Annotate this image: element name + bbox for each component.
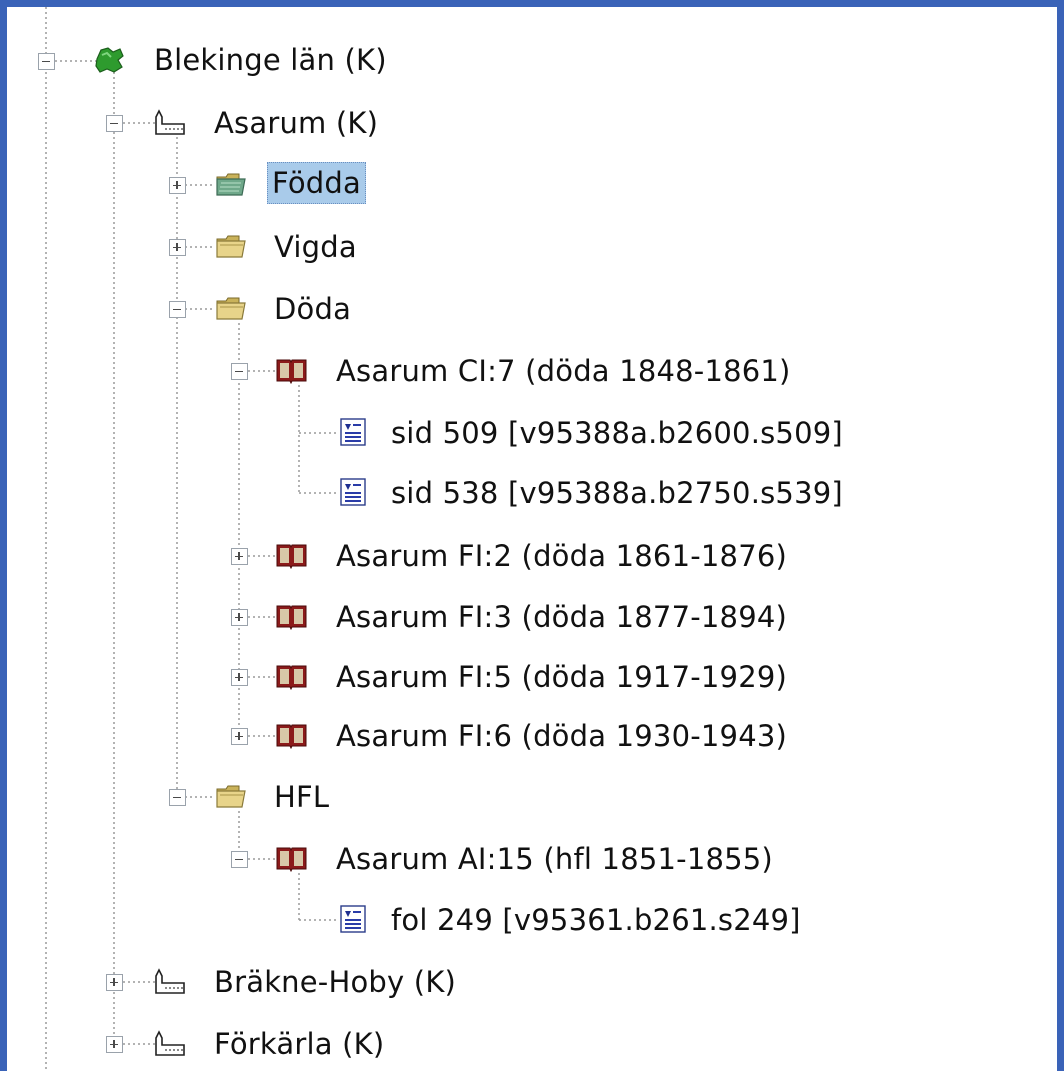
tree-item-page[interactable]: fol 249 [v95361.b261.s249]: [387, 900, 805, 940]
expand-toggle[interactable]: [231, 548, 248, 565]
collapse-toggle[interactable]: [38, 53, 55, 70]
tree-item-book[interactable]: Asarum FI:5 (döda 1917-1929): [332, 657, 791, 697]
tree-item-fodda[interactable]: Födda: [267, 162, 366, 204]
book-icon: [276, 605, 307, 631]
tree-view-window: Blekinge län (K) Asarum (K) Födda Vigda …: [0, 0, 1064, 1071]
county-green-icon: [95, 47, 124, 73]
tree-item-book[interactable]: Asarum AI:15 (hfl 1851-1855): [332, 839, 777, 879]
page-icon: [340, 478, 366, 506]
collapse-toggle[interactable]: [231, 363, 248, 380]
book-icon: [276, 724, 307, 750]
tree-item-doda[interactable]: Döda: [270, 289, 355, 329]
page-icon: [340, 905, 366, 933]
expand-toggle[interactable]: [231, 609, 248, 626]
book-icon: [276, 847, 307, 873]
folder-icon: [216, 297, 246, 320]
expand-toggle[interactable]: [169, 239, 186, 256]
book-icon: [276, 544, 307, 570]
book-icon: [276, 665, 307, 691]
church-icon: [155, 1030, 185, 1056]
tree-item-book[interactable]: Asarum FI:3 (döda 1877-1894): [332, 597, 791, 637]
collapse-toggle[interactable]: [231, 851, 248, 868]
expand-toggle[interactable]: [106, 974, 123, 991]
church-icon: [155, 968, 185, 994]
tree-item-hfl[interactable]: HFL: [270, 777, 333, 817]
page-icon: [340, 418, 366, 446]
tree-item-parish-brakne-hoby[interactable]: Bräkne-Hoby (K): [210, 962, 460, 1002]
expand-toggle[interactable]: [106, 1036, 123, 1053]
tree-item-vigda[interactable]: Vigda: [270, 227, 361, 267]
tree-item-page[interactable]: sid 509 [v95388a.b2600.s509]: [387, 413, 847, 453]
tree-item-book[interactable]: Asarum FI:2 (döda 1861-1876): [332, 536, 791, 576]
collapse-toggle[interactable]: [169, 789, 186, 806]
book-icon: [276, 359, 307, 385]
collapse-toggle[interactable]: [169, 301, 186, 318]
expand-toggle[interactable]: [231, 728, 248, 745]
tree-item-parish-asarum[interactable]: Asarum (K): [210, 103, 382, 143]
tree-item-book[interactable]: Asarum CI:7 (döda 1848-1861): [332, 351, 795, 391]
tree-item-county[interactable]: Blekinge län (K): [150, 40, 391, 80]
folder-open-icon: [216, 173, 246, 196]
collapse-toggle[interactable]: [106, 115, 123, 132]
tree-item-parish-forkarla[interactable]: Förkärla (K): [210, 1024, 388, 1064]
folder-icon: [216, 235, 246, 258]
tree-item-page[interactable]: sid 538 [v95388a.b2750.s539]: [387, 473, 847, 513]
tree-view: Blekinge län (K) Asarum (K) Födda Vigda …: [7, 7, 1057, 1071]
folder-icon: [216, 785, 246, 808]
church-icon: [155, 109, 185, 135]
expand-toggle[interactable]: [231, 669, 248, 686]
expand-toggle[interactable]: [169, 177, 186, 194]
tree-item-book[interactable]: Asarum FI:6 (döda 1930-1943): [332, 716, 791, 756]
